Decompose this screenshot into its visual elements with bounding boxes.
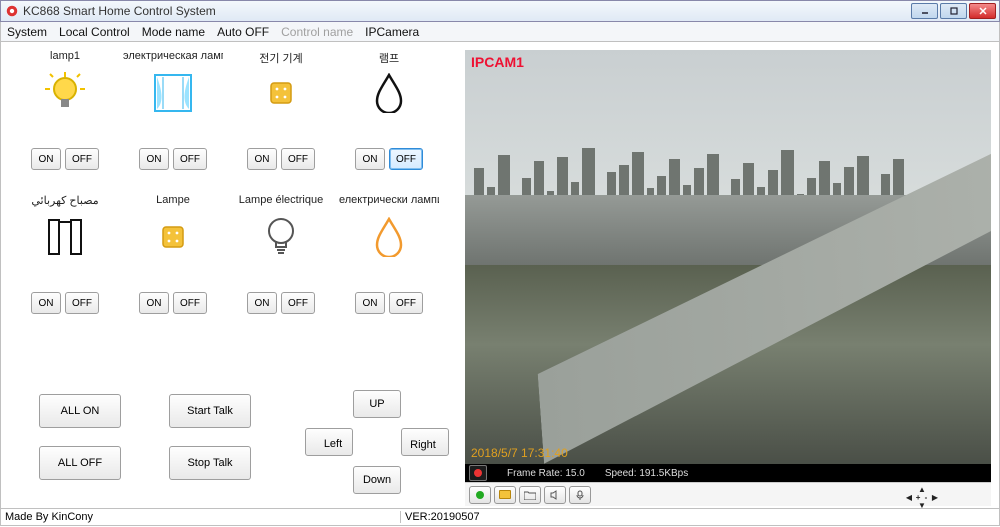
device-grid: lamp1 электрическая лампа 전기 기계 램프 (11, 50, 459, 330)
device-5: مصباح كهربائي (11, 194, 119, 260)
zoom-nav-right-icon[interactable]: ▶ (929, 493, 941, 501)
bulb-outline-icon (264, 214, 298, 260)
window-controls (911, 3, 996, 19)
record-button[interactable] (469, 486, 491, 504)
menu-system[interactable]: System (7, 25, 47, 39)
device-7-label: Lampe électrique (239, 194, 323, 210)
device-4: 램프 (335, 50, 443, 116)
square-yellow-icon (270, 70, 292, 116)
ptz-up-button[interactable]: UP (353, 390, 401, 418)
device-5-on[interactable]: ON (31, 292, 61, 314)
device-3: 전기 기계 (227, 50, 335, 116)
device-3-off[interactable]: OFF (281, 148, 315, 170)
zoom-nav-up-icon[interactable]: ▲ (915, 485, 929, 493)
all-on-button[interactable]: ALL ON (39, 394, 121, 428)
device-1-label: lamp1 (50, 50, 80, 66)
camera-label: IPCAM1 (471, 54, 524, 70)
zoom-nav-down-icon[interactable]: ▼ (915, 501, 929, 509)
device-6-off[interactable]: OFF (173, 292, 207, 314)
bulb-lit-icon (45, 70, 85, 116)
ptz-down-button[interactable]: Down (353, 466, 401, 494)
status-bar: Made By KinCony VER:20190507 (0, 509, 1000, 526)
device-3-label: 전기 기계 (259, 50, 303, 66)
folder-button[interactable] (519, 486, 541, 504)
speed: Speed: 191.5KBps (605, 468, 688, 479)
record-status-icon[interactable] (469, 465, 487, 481)
zoom-nav: ▲ ◀ + - ▶ ▼ (903, 485, 941, 509)
device-5-off[interactable]: OFF (65, 292, 99, 314)
device-6-on[interactable]: ON (139, 292, 169, 314)
device-2-on[interactable]: ON (139, 148, 169, 170)
ptz-right-button[interactable]: Right (401, 428, 449, 456)
minimize-button[interactable] (911, 3, 938, 19)
drop-outline-icon (374, 70, 404, 116)
menu-ipcamera[interactable]: IPCamera (365, 25, 419, 39)
camera-info-bar: Frame Rate: 15.0 Speed: 191.5KBps (465, 464, 991, 482)
curtain-icon (153, 70, 193, 116)
device-3-on[interactable]: ON (247, 148, 277, 170)
made-by: Made By KinCony (1, 511, 401, 523)
square-yellow-icon (162, 214, 184, 260)
doorframe-icon (46, 214, 84, 260)
device-6-label: Lampe (156, 194, 190, 210)
device-4-on[interactable]: ON (355, 148, 385, 170)
all-off-button[interactable]: ALL OFF (39, 446, 121, 480)
drop-orange-icon (374, 214, 404, 260)
device-7: Lampe électrique (227, 194, 335, 260)
ptz-left-button[interactable]: Left (305, 428, 353, 456)
device-1: lamp1 (11, 50, 119, 116)
device-4-label: 램프 (379, 50, 399, 66)
device-2: электрическая лампа (119, 50, 227, 116)
snapshot-button[interactable] (494, 486, 516, 504)
zoom-nav-center[interactable]: + - (915, 493, 929, 501)
device-2-off[interactable]: OFF (173, 148, 207, 170)
camera-panel: IPCAM1 2018/5/7 17:31:40 Frame Rate: 15.… (461, 42, 999, 508)
mic-button[interactable] (569, 486, 591, 504)
camera-view[interactable]: IPCAM1 2018/5/7 17:31:40 (465, 50, 991, 464)
main-area: lamp1 электрическая лампа 전기 기계 램프 (0, 42, 1000, 509)
device-8: електрически лампи (335, 194, 443, 260)
device-1-off[interactable]: OFF (65, 148, 99, 170)
app-title: KC868 Smart Home Control System (23, 4, 216, 18)
menu-mode-name[interactable]: Mode name (142, 25, 205, 39)
menu-auto-off[interactable]: Auto OFF (217, 25, 269, 39)
audio-out-button[interactable] (544, 486, 566, 504)
ptz-dpad: UP Left Right Down (305, 390, 455, 490)
device-4-off[interactable]: OFF (389, 148, 423, 170)
version: VER:20190507 (401, 511, 480, 523)
camera-timestamp: 2018/5/7 17:31:40 (471, 446, 568, 460)
menu-control-name: Control name (281, 25, 353, 39)
device-8-label: електрически лампи (339, 194, 439, 210)
stop-talk-button[interactable]: Stop Talk (169, 446, 251, 480)
frame-rate: Frame Rate: 15.0 (507, 468, 585, 479)
camera-toolbar: ▲ ◀ + - ▶ ▼ (465, 482, 991, 506)
device-8-on[interactable]: ON (355, 292, 385, 314)
lower-controls: ALL ON ALL OFF Start Talk Stop Talk UP L… (11, 390, 451, 500)
device-8-off[interactable]: OFF (389, 292, 423, 314)
zoom-nav-left-icon[interactable]: ◀ (903, 493, 915, 501)
device-6: Lampe (119, 194, 227, 260)
device-7-on[interactable]: ON (247, 292, 277, 314)
app-icon (5, 4, 19, 18)
device-7-off[interactable]: OFF (281, 292, 315, 314)
menu-local-control[interactable]: Local Control (59, 25, 130, 39)
title-bar: KC868 Smart Home Control System (0, 0, 1000, 22)
device-panel: lamp1 электрическая лампа 전기 기계 램프 (1, 42, 461, 508)
close-button[interactable] (969, 3, 996, 19)
menu-bar: System Local Control Mode name Auto OFF … (0, 22, 1000, 42)
start-talk-button[interactable]: Start Talk (169, 394, 251, 428)
device-2-label: электрическая лампа (123, 50, 223, 66)
maximize-button[interactable] (940, 3, 967, 19)
device-1-on[interactable]: ON (31, 148, 61, 170)
device-5-label: مصباح كهربائي (31, 194, 98, 210)
